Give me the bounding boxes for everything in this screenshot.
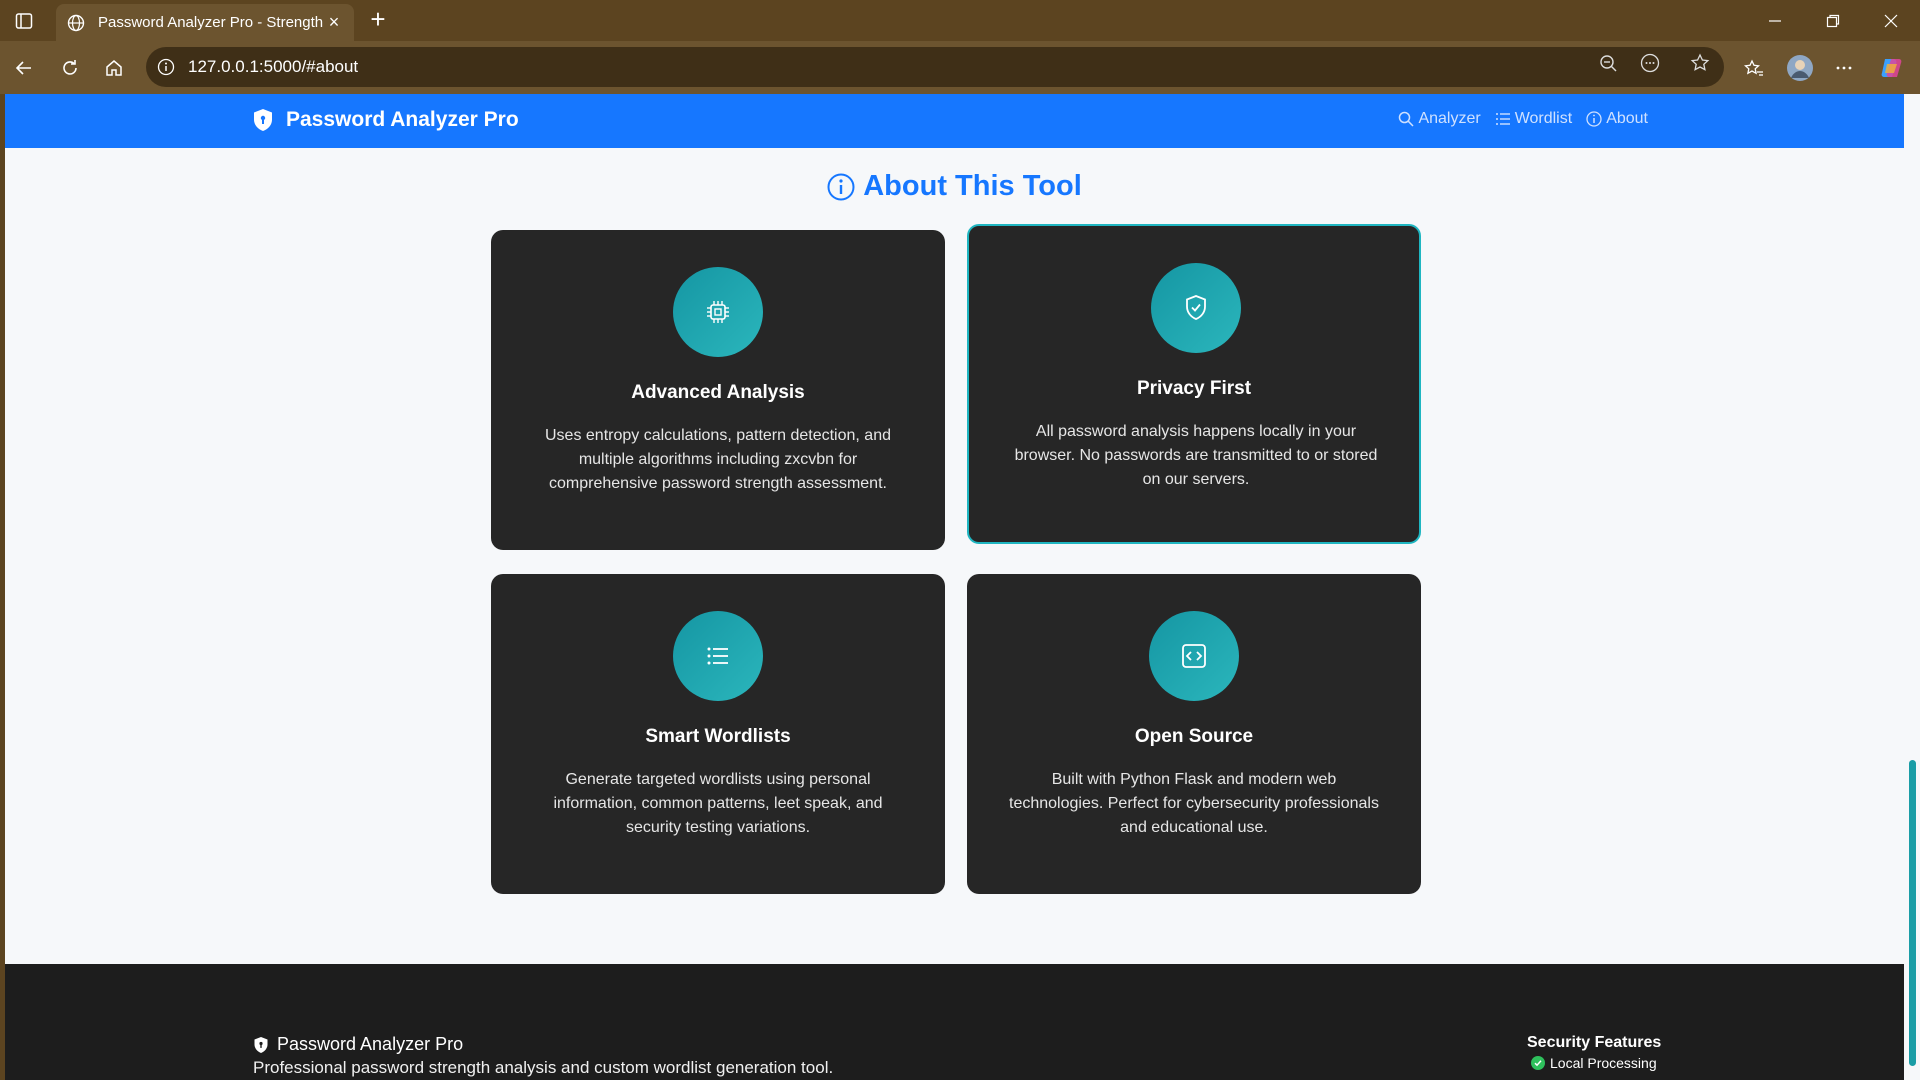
about-section-title: About This Tool	[5, 170, 1904, 203]
tab-title: Password Analyzer Pro - Strength	[98, 14, 324, 31]
card-description: Uses entropy calculations, pattern detec…	[545, 427, 891, 492]
feature-card-open-source[interactable]: Open Source Built with Python Flask and …	[967, 574, 1421, 894]
new-tab-button[interactable]: +	[364, 6, 392, 34]
footer-brand-name: Password Analyzer Pro	[277, 1034, 464, 1054]
shield-check-icon	[1151, 263, 1241, 353]
nav-link-wordlist[interactable]: Wordlist	[1495, 110, 1573, 128]
feature-card-smart-wordlists[interactable]: Smart Wordlists Generate targeted wordli…	[491, 574, 945, 894]
site-nav-links: Analyzer Wordlist About	[1398, 110, 1648, 128]
site-footer: Password Analyzer Pro Professional passw…	[5, 964, 1904, 1080]
favorite-star-icon[interactable]	[1686, 49, 1714, 77]
nav-link-about[interactable]: About	[1586, 110, 1648, 128]
footer-description: Professional password strength analysis …	[253, 1058, 834, 1077]
shield-icon	[254, 109, 272, 131]
nav-link-about-label: About	[1606, 110, 1648, 127]
nav-link-wordlist-label: Wordlist	[1514, 110, 1573, 127]
home-icon[interactable]	[98, 52, 130, 84]
card-title: Smart Wordlists	[645, 726, 791, 747]
nav-link-analyzer-label: Analyzer	[1418, 110, 1481, 127]
avatar[interactable]	[1784, 52, 1816, 84]
restore-icon[interactable]	[1804, 0, 1862, 41]
scrollbar-thumb[interactable]	[1909, 760, 1916, 1066]
card-title: Open Source	[1134, 726, 1254, 747]
info-circle-icon	[827, 173, 855, 200]
footer-security-item: Local Processing	[1531, 1055, 1657, 1071]
tab-close-icon[interactable]: ×	[324, 12, 344, 33]
card-description: All password analysis happens locally in…	[1014, 423, 1378, 488]
site-info-icon[interactable]	[156, 57, 176, 77]
zoom-out-icon[interactable]	[1594, 49, 1622, 77]
cpu-icon	[673, 267, 763, 357]
check-circle-icon	[1531, 1056, 1545, 1070]
info-icon	[1586, 111, 1602, 127]
card-description: Built with Python Flask and modern web t…	[1009, 771, 1379, 836]
reading-mode-icon[interactable]	[1636, 49, 1664, 77]
footer-brand: Password Analyzer Pro	[253, 1034, 463, 1055]
browser-tab[interactable]: Password Analyzer Pro - Strength ×	[56, 4, 354, 41]
card-title: Advanced Analysis	[631, 382, 805, 403]
copilot-icon[interactable]	[1876, 52, 1908, 84]
url-text: 127.0.0.1:5000/#about	[188, 57, 359, 76]
page-viewport: Password Analyzer Pro Analyzer Wordlist …	[5, 94, 1904, 1080]
page-scrollbar[interactable]	[1904, 94, 1920, 1080]
search-icon	[1399, 111, 1414, 127]
browser-titlebar: Password Analyzer Pro - Strength × +	[0, 0, 1920, 41]
site-navbar: Password Analyzer Pro Analyzer Wordlist …	[5, 94, 1904, 148]
shield-icon	[254, 1036, 268, 1053]
nav-link-analyzer[interactable]: Analyzer	[1398, 110, 1481, 128]
globe-icon	[66, 13, 86, 33]
about-title-text: About This Tool	[863, 170, 1082, 202]
sidebar-toggle-icon[interactable]	[12, 9, 36, 33]
window-close-icon[interactable]	[1862, 0, 1920, 41]
reload-icon[interactable]	[54, 52, 86, 84]
card-title: Privacy First	[1136, 378, 1252, 399]
browser-toolbar: 127.0.0.1:5000/#about	[0, 41, 1920, 94]
card-description: Generate targeted wordlists using person…	[553, 771, 883, 836]
footer-security-title: Security Features	[1527, 1034, 1662, 1051]
list-icon	[673, 611, 763, 701]
back-icon[interactable]	[8, 52, 40, 84]
address-bar[interactable]: 127.0.0.1:5000/#about	[146, 47, 1724, 87]
code-icon	[1149, 611, 1239, 701]
minimize-icon[interactable]	[1746, 0, 1804, 41]
site-brand[interactable]: Password Analyzer Pro	[252, 108, 519, 132]
footer-security-item-label: Local Processing	[1550, 1055, 1657, 1071]
favorites-icon[interactable]	[1738, 52, 1770, 84]
feature-card-privacy-first[interactable]: Privacy First All password analysis happ…	[967, 224, 1421, 544]
more-options-icon[interactable]	[1828, 52, 1860, 84]
site-brand-name: Password Analyzer Pro	[286, 108, 519, 131]
feature-card-advanced-analysis[interactable]: Advanced Analysis Uses entropy calculati…	[491, 230, 945, 550]
list-icon	[1495, 113, 1510, 125]
